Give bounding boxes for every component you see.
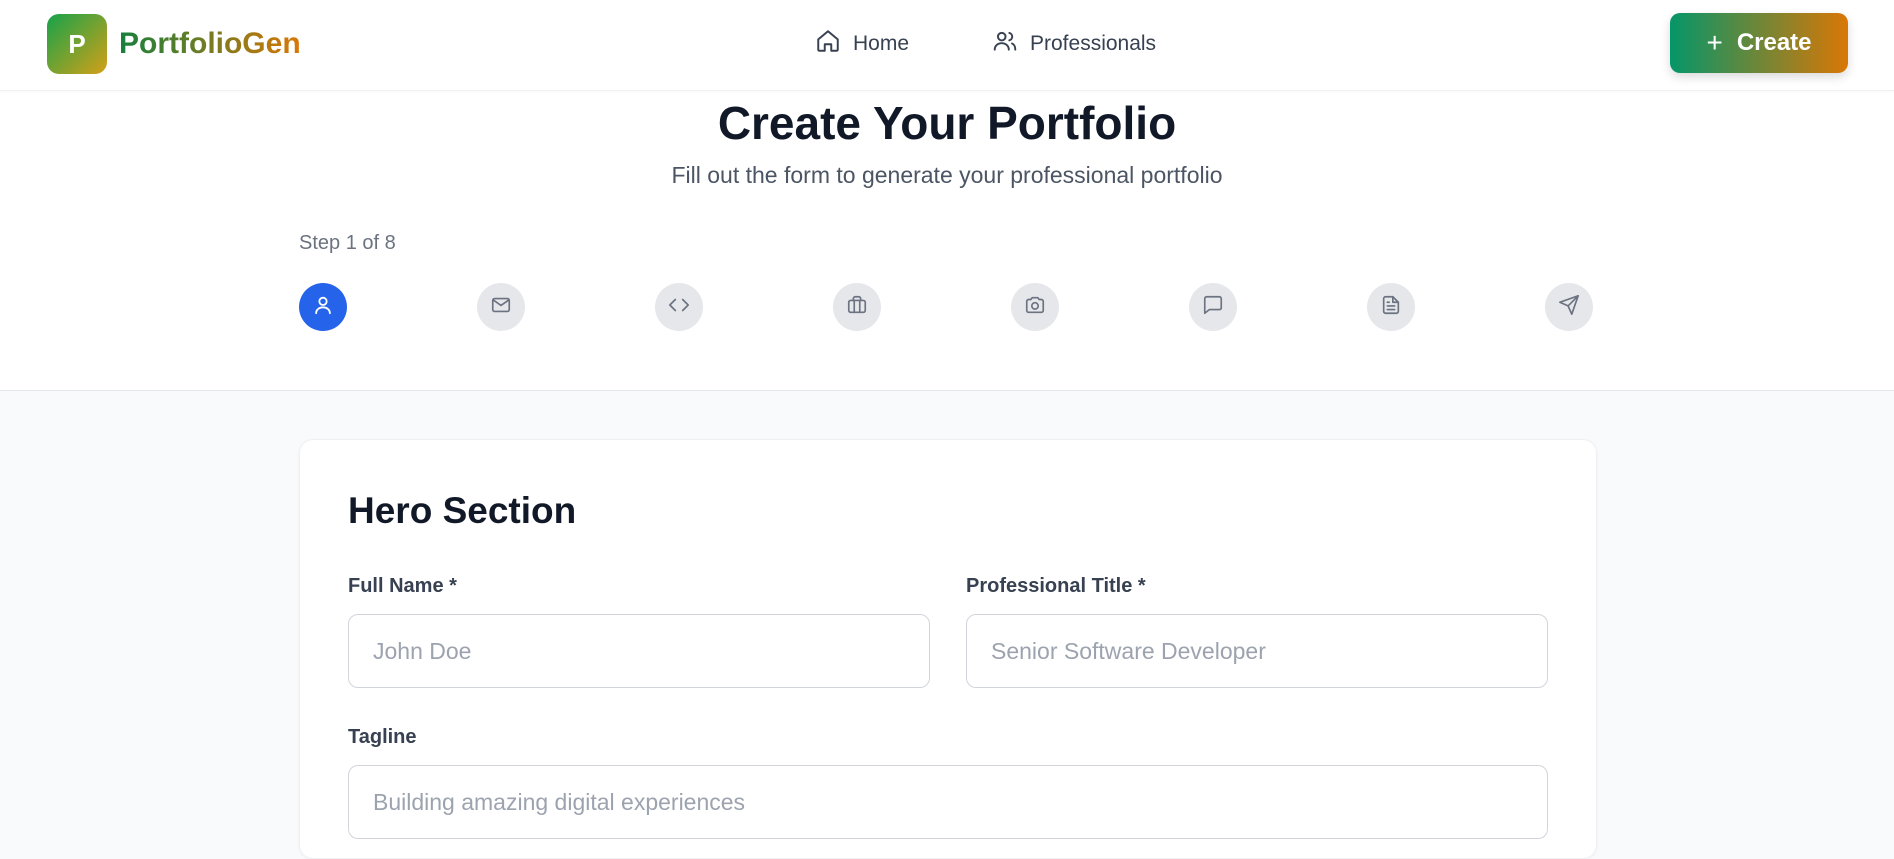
full-name-label: Full Name * — [348, 575, 457, 597]
section-title: Hero Section — [348, 490, 577, 531]
code-icon — [668, 294, 690, 321]
users-icon — [992, 28, 1018, 60]
step-7-documents[interactable] — [1367, 283, 1415, 331]
step-2-contact[interactable] — [477, 283, 525, 331]
nav-professionals-link[interactable]: Professionals — [992, 28, 1156, 60]
message-icon — [1202, 294, 1224, 321]
hero-header: Create Your Portfolio Fill out the form … — [0, 91, 1894, 391]
mail-icon — [490, 294, 512, 321]
step-progress-label: Step 1 of 8 — [299, 232, 396, 254]
step-8-submit[interactable] — [1545, 283, 1593, 331]
home-icon — [815, 28, 841, 60]
send-icon — [1558, 294, 1580, 321]
step-4-experience[interactable] — [833, 283, 881, 331]
create-button[interactable]: + Create — [1670, 13, 1848, 73]
top-navbar: P PortfolioGen Home Professionals + Crea… — [0, 0, 1894, 91]
logo-badge[interactable]: P — [47, 14, 107, 74]
page-subtitle: Fill out the form to generate your profe… — [671, 162, 1223, 188]
step-3-skills[interactable] — [655, 283, 703, 331]
logo-letter: P — [68, 28, 86, 59]
briefcase-icon — [846, 294, 868, 321]
professional-title-input[interactable] — [966, 614, 1548, 688]
professional-title-label: Professional Title * — [966, 575, 1146, 597]
create-button-label: Create — [1736, 29, 1812, 56]
page-title: Create Your Portfolio — [717, 97, 1177, 149]
step-1-hero[interactable] — [299, 283, 347, 331]
form-card: Hero Section Full Name * Professional Ti… — [299, 439, 1597, 859]
document-icon — [1380, 294, 1402, 321]
brand-name[interactable]: PortfolioGen — [119, 24, 301, 64]
full-name-input[interactable] — [348, 614, 930, 688]
step-5-gallery[interactable] — [1011, 283, 1059, 331]
nav-home-link[interactable]: Home — [815, 28, 909, 60]
tagline-label: Tagline — [348, 726, 417, 748]
nav-home-label: Home — [853, 32, 910, 55]
step-6-testimonials[interactable] — [1189, 283, 1237, 331]
user-icon — [312, 294, 334, 321]
camera-icon — [1024, 294, 1046, 321]
nav-professionals-label: Professionals — [1030, 32, 1157, 55]
plus-icon: + — [1706, 27, 1723, 58]
tagline-input[interactable] — [348, 765, 1548, 839]
